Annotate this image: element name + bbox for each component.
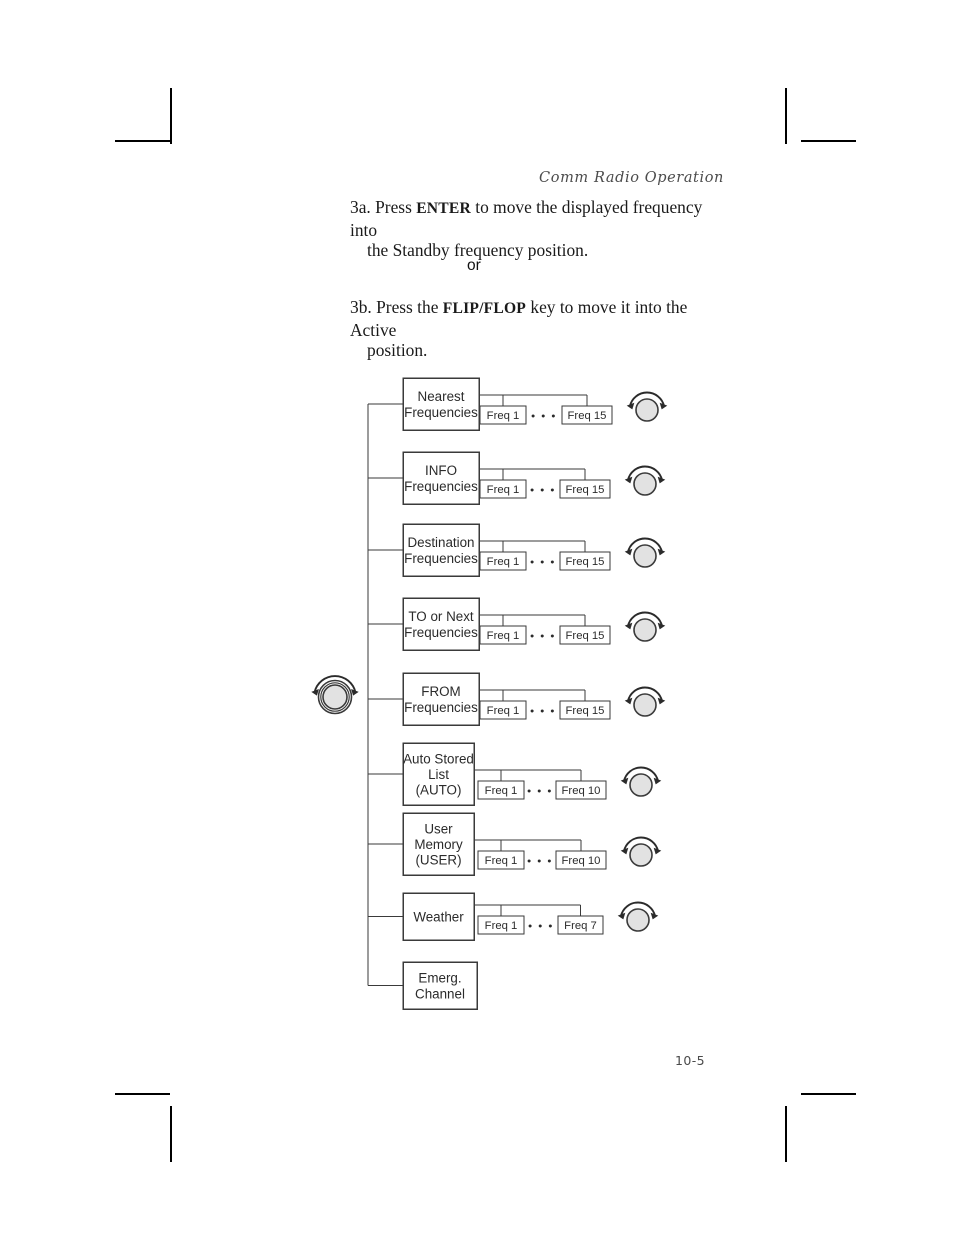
freq-ellipsis-weather: • • • — [528, 921, 554, 933]
menu-box-label-from-line-1: FROM — [421, 684, 460, 699]
rotary-knob-icon — [624, 686, 666, 717]
freq-box-last-label-nearest: Freq 15 — [568, 410, 607, 422]
freq-ellipsis-destination: • • • — [530, 557, 556, 569]
page-number: 10-5 — [675, 1053, 705, 1068]
freq-box-last-label-weather: Freq 7 — [564, 920, 597, 932]
freq-ellipsis-from: • • • — [530, 706, 556, 718]
rotary-knob-icon — [620, 836, 662, 867]
menu-row-nearest: NearestFrequencies Freq 1 Freq 15 • • • — [368, 377, 668, 431]
rotary-knob-icon — [624, 537, 666, 568]
menu-box-label-auto-stored-list-line-3: (AUTO) — [416, 783, 462, 798]
menu-box-label-nearest-line-2: Frequencies — [404, 405, 478, 420]
freq-box-last-label-auto-stored-list: Freq 10 — [562, 785, 601, 797]
freq-box-first-label-user-memory: Freq 1 — [485, 855, 518, 867]
menu-row-weather: Weather Freq 1 Freq 7 • • • — [368, 892, 659, 941]
menu-row-emergency-channel: Emerg.Channel — [368, 961, 478, 1010]
freq-box-first-label-auto-stored-list: Freq 1 — [485, 785, 518, 797]
freq-box-first-label-from: Freq 1 — [487, 705, 520, 717]
freq-box-first-label-destination: Freq 1 — [487, 556, 520, 568]
freq-box-last-label-destination: Freq 15 — [566, 556, 605, 568]
menu-box-label-auto-stored-list-line-1: Auto Stored — [403, 751, 474, 766]
menu-box-label-nearest-line-1: Nearest — [418, 389, 465, 404]
menu-box-label-info-line-1: INFO — [425, 463, 457, 478]
menu-row-to-or-next: TO or NextFrequencies Freq 1 Freq 15 • • • — [368, 597, 666, 651]
rotary-knob-icon — [620, 766, 662, 797]
freq-box-first-label-weather: Freq 1 — [485, 920, 518, 932]
menu-box-label-to-or-next-line-2: Frequencies — [404, 625, 478, 640]
menu-row-user-memory: UserMemory(USER) Freq 1 Freq 10 • • • — [368, 812, 662, 876]
freq-box-last-label-info: Freq 15 — [566, 484, 605, 496]
menu-box-label-user-memory-line-1: User — [424, 821, 453, 836]
menu-box-label-emergency-channel-line-1: Emerg. — [418, 971, 461, 986]
menu-box-label-info-line-2: Frequencies — [404, 479, 478, 494]
menu-box-label-to-or-next-line-1: TO or Next — [408, 609, 474, 624]
document-page: Comm Radio Operation 3a. Press ENTER to … — [0, 0, 954, 1235]
menu-box-label-user-memory-line-3: (USER) — [415, 853, 461, 868]
menu-row-info: INFOFrequencies Freq 1 Freq 15 • • • — [368, 451, 666, 505]
rotary-knob-icon — [624, 465, 666, 496]
rotary-knob-icon — [624, 611, 666, 642]
freq-box-last-label-to-or-next: Freq 15 — [566, 630, 605, 642]
menu-box-label-destination-line-2: Frequencies — [404, 551, 478, 566]
freq-box-first-label-info: Freq 1 — [487, 484, 520, 496]
concentric-knob-icon — [311, 675, 359, 715]
rotary-knob-icon — [617, 901, 659, 932]
rotary-knob-icon — [626, 391, 668, 422]
menu-box-label-auto-stored-list-line-2: List — [428, 767, 449, 782]
freq-ellipsis-nearest: • • • — [531, 411, 557, 423]
freq-box-last-label-user-memory: Freq 10 — [562, 855, 601, 867]
comm-radio-menu-tree-diagram: Nearest Frequencies Freq 1 Freq 15 • • • INFO… — [0, 0, 954, 1235]
freq-box-first-label-to-or-next: Freq 1 — [487, 630, 520, 642]
menu-row-auto-stored-list: Auto StoredList(AUTO) Freq 1 Freq 10 • • • — [368, 742, 662, 806]
tree-svg: NearestFrequencies Freq 1 Freq 15• • •INFO… — [311, 377, 668, 1010]
menu-box-label-destination-line-1: Destination — [408, 535, 475, 550]
menu-row-destination: DestinationFrequencies Freq 1 Freq 15 • • • — [368, 523, 666, 577]
menu-row-from: FROMFrequencies Freq 1 Freq 15 • • • — [368, 672, 666, 726]
freq-ellipsis-user-memory: • • • — [527, 856, 553, 868]
menu-box-label-emergency-channel-line-2: Channel — [415, 986, 465, 1001]
freq-box-first-label-nearest: Freq 1 — [487, 410, 520, 422]
freq-box-last-label-from: Freq 15 — [566, 705, 605, 717]
freq-ellipsis-auto-stored-list: • • • — [527, 786, 553, 798]
menu-box-label-user-memory-line-2: Memory — [414, 837, 463, 852]
menu-box-label-weather-line-1: Weather — [413, 910, 464, 925]
menu-box-label-from-line-2: Frequencies — [404, 700, 478, 715]
freq-ellipsis-info: • • • — [530, 485, 556, 497]
freq-ellipsis-to-or-next: • • • — [530, 631, 556, 643]
